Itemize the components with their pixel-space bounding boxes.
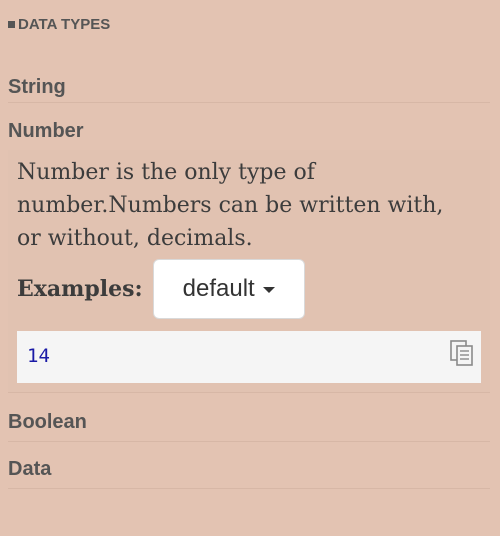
code-text: 14: [27, 345, 50, 367]
examples-row: Examples: default: [17, 258, 305, 320]
description: Number is the only type of number.Number…: [17, 156, 487, 255]
divider: [8, 441, 490, 442]
type-item-label: Data: [8, 458, 52, 480]
type-item-label: Boolean: [8, 411, 87, 433]
type-item-boolean[interactable]: Boolean: [8, 411, 490, 442]
dropdown-value: default: [182, 275, 255, 302]
type-item-data[interactable]: Data: [8, 458, 490, 489]
code-block: 14: [17, 331, 481, 383]
description-line: or without, decimals.: [17, 226, 253, 251]
caret-down-icon: [262, 287, 275, 293]
divider: [8, 102, 490, 103]
section-title: DATA TYPES: [18, 15, 111, 33]
type-item-label: String: [8, 76, 66, 98]
number-detail: Number is the only type of number.Number…: [8, 150, 490, 393]
examples-label: Examples:: [17, 276, 143, 302]
divider: [8, 488, 490, 489]
collapse-square-icon: [8, 21, 15, 28]
data-types-panel: DATA TYPES String Number Number is the o…: [0, 0, 500, 536]
section-header[interactable]: DATA TYPES: [8, 14, 110, 34]
examples-dropdown[interactable]: default: [152, 259, 305, 319]
description-line: Number is the only type of: [17, 160, 315, 185]
description-line: number.Numbers can be written with,: [17, 193, 444, 218]
type-item-label: Number: [8, 120, 84, 142]
type-item-string[interactable]: String: [8, 76, 490, 103]
type-item-number[interactable]: Number: [8, 120, 490, 147]
copy-icon[interactable]: [449, 339, 475, 367]
